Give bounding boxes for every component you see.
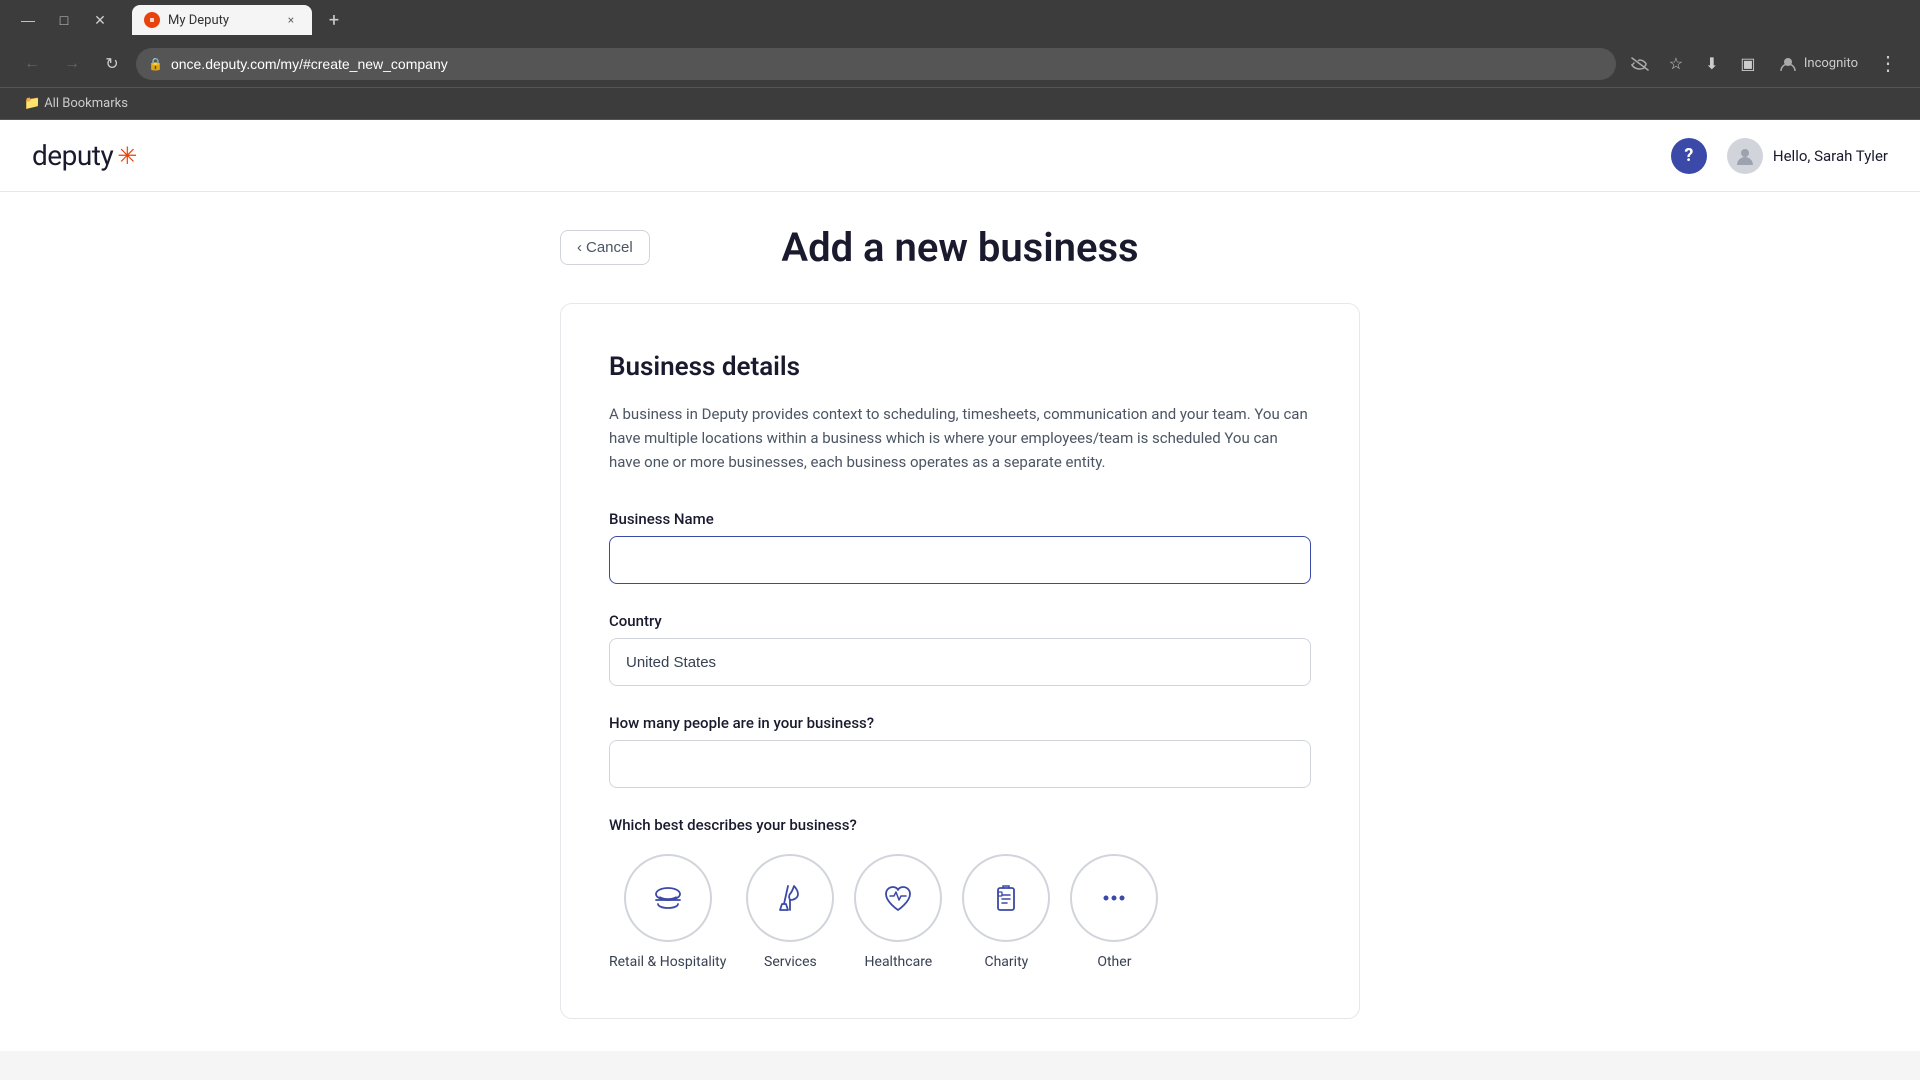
business-type-charity[interactable]: Charity <box>962 854 1050 970</box>
browser-titlebar: — □ ✕ My Deputy × + <box>0 0 1920 40</box>
people-count-group: How many people are in your business? <box>609 714 1311 788</box>
business-type-label: Which best describes your business? <box>609 816 1311 834</box>
business-type-section: Which best describes your business? <box>609 816 1311 970</box>
close-button[interactable]: ✕ <box>84 6 116 34</box>
section-description: A business in Deputy provides context to… <box>609 402 1311 474</box>
section-title: Business details <box>609 352 1311 382</box>
app-header: deputy ✳ ? Hello, Sarah Tyler <box>0 120 1920 192</box>
other-label: Other <box>1097 954 1131 970</box>
page-content: ‹ < Cancel Cancel Add a new business Bus… <box>0 192 1920 1051</box>
incognito-label: Incognito <box>1804 56 1858 71</box>
download-icon[interactable]: ⬇ <box>1696 48 1728 80</box>
bookmark-star-icon[interactable]: ☆ <box>1660 48 1692 80</box>
reload-button[interactable]: ↻ <box>96 48 128 80</box>
eye-slash-icon[interactable] <box>1624 48 1656 80</box>
layout-icon[interactable]: ▣ <box>1732 48 1764 80</box>
minimize-button[interactable]: — <box>12 6 44 34</box>
business-name-label: Business Name <box>609 510 1311 528</box>
back-button[interactable]: ← <box>16 48 48 80</box>
business-type-healthcare[interactable]: Healthcare <box>854 854 942 970</box>
all-bookmarks-item[interactable]: 📁 All Bookmarks <box>16 92 136 115</box>
business-type-services[interactable]: Services <box>746 854 834 970</box>
maximize-button[interactable]: □ <box>48 6 80 34</box>
healthcare-icon-circle <box>854 854 942 942</box>
help-icon: ? <box>1684 145 1693 166</box>
browser-toolbar: ← → ↻ 🔒 ☆ ⬇ ▣ Incognito ⋮ <box>0 40 1920 88</box>
browser-chrome: — □ ✕ My Deputy × + ← → ↻ 🔒 <box>0 0 1920 120</box>
business-type-grid: Retail & Hospitality <box>609 854 1311 970</box>
user-greeting: Hello, Sarah Tyler <box>1773 147 1888 165</box>
healthcare-label: Healthcare <box>865 954 933 970</box>
tab-close-button[interactable]: × <box>282 11 300 29</box>
chevron-left-icon: ‹ <box>577 239 582 256</box>
address-input[interactable] <box>171 56 1604 72</box>
logo-text: deputy <box>32 139 113 172</box>
business-name-input[interactable] <box>609 536 1311 584</box>
people-count-label: How many people are in your business? <box>609 714 1311 732</box>
deputy-logo: deputy ✳ <box>32 139 137 172</box>
bookmarks-bar: 📁 All Bookmarks <box>0 88 1920 120</box>
address-bar[interactable]: 🔒 <box>136 48 1616 80</box>
window-controls: — □ ✕ <box>12 6 116 34</box>
retail-label: Retail & Hospitality <box>609 954 726 970</box>
menu-button[interactable]: ⋮ <box>1872 48 1904 80</box>
services-label: Services <box>764 954 817 970</box>
country-group: Country <box>609 612 1311 686</box>
business-type-other[interactable]: Other <box>1070 854 1158 970</box>
country-input[interactable] <box>609 638 1311 686</box>
app-container: deputy ✳ ? Hello, Sarah Tyler ‹ <box>0 120 1920 1051</box>
tab-favicon <box>144 12 160 28</box>
header-right: ? Hello, Sarah Tyler <box>1671 138 1888 174</box>
user-info[interactable]: Hello, Sarah Tyler <box>1727 138 1888 174</box>
tab-title: My Deputy <box>168 13 274 28</box>
logo-star: ✳ <box>117 142 137 170</box>
charity-label: Charity <box>984 954 1028 970</box>
avatar <box>1727 138 1763 174</box>
charity-icon-circle <box>962 854 1050 942</box>
country-label: Country <box>609 612 1311 630</box>
page-title: Add a new business <box>560 224 1360 271</box>
all-bookmarks-label: All Bookmarks <box>44 96 128 111</box>
bookmarks-folder-icon: 📁 <box>24 96 40 111</box>
help-button[interactable]: ? <box>1671 138 1707 174</box>
form-card: Business details A business in Deputy pr… <box>560 303 1360 1019</box>
people-count-input[interactable] <box>609 740 1311 788</box>
browser-tab[interactable]: My Deputy × <box>132 5 312 35</box>
new-tab-button[interactable]: + <box>320 6 348 34</box>
business-name-group: Business Name <box>609 510 1311 584</box>
page-header: ‹ < Cancel Cancel Add a new business <box>560 224 1360 271</box>
services-icon-circle <box>746 854 834 942</box>
business-type-retail[interactable]: Retail & Hospitality <box>609 854 726 970</box>
forward-button[interactable]: → <box>56 48 88 80</box>
lock-icon: 🔒 <box>148 57 163 71</box>
cancel-button[interactable]: ‹ < Cancel Cancel <box>560 230 650 265</box>
retail-icon-circle <box>624 854 712 942</box>
toolbar-icons: ☆ ⬇ ▣ Incognito ⋮ <box>1624 48 1904 80</box>
incognito-badge[interactable]: Incognito <box>1768 50 1868 78</box>
other-icon-circle <box>1070 854 1158 942</box>
